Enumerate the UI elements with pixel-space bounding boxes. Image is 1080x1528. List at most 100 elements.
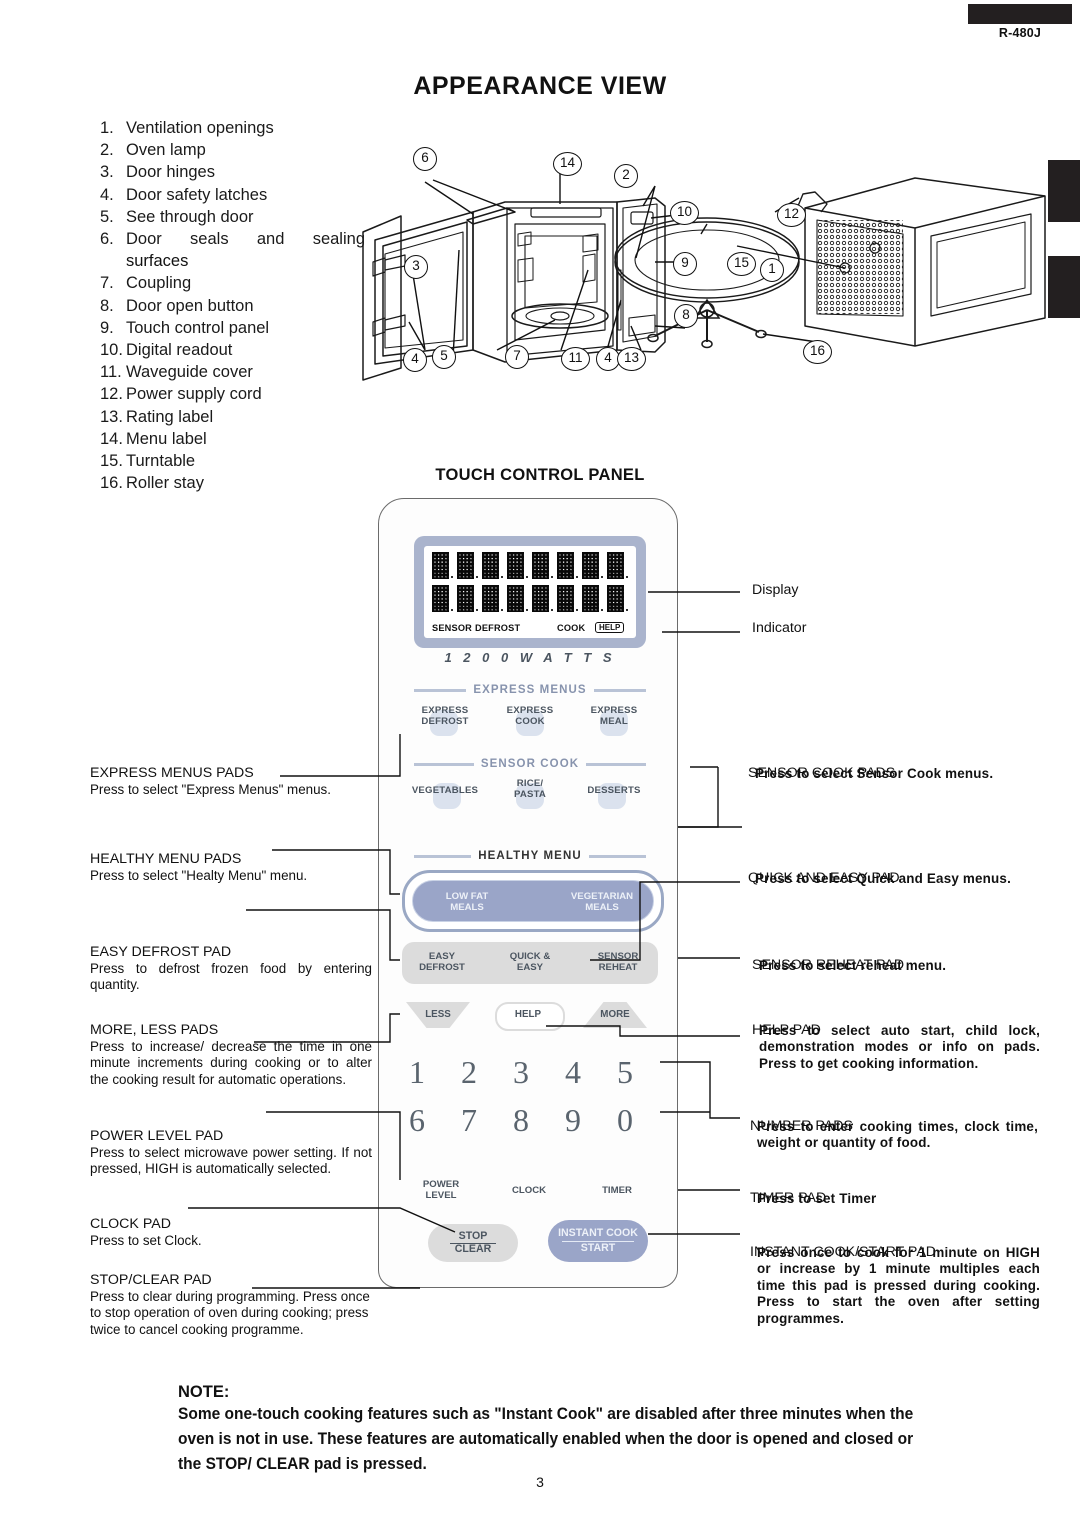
callout-9: 9 bbox=[673, 252, 697, 276]
callout-8: 8 bbox=[674, 304, 698, 328]
list-item: 5. See through door bbox=[100, 206, 365, 228]
list-item: 6. Door seals and sealing bbox=[100, 228, 365, 250]
list-item: 9. Touch control panel bbox=[100, 317, 365, 339]
callout-11: 11 bbox=[561, 347, 590, 371]
part-number: 4. bbox=[100, 185, 114, 204]
list-item: 15. Turntable bbox=[100, 450, 365, 472]
annotation-body: Press to increase/ decrease the time in … bbox=[90, 1039, 372, 1087]
annotation-body: Press to set Clock. bbox=[90, 1233, 202, 1248]
annotation-express-menus-pads: EXPRESS MENUS PADS Press to select "Expr… bbox=[90, 765, 372, 798]
part-label: Coupling bbox=[126, 274, 192, 293]
callout-14: 14 bbox=[553, 152, 582, 176]
note-heading: NOTE: bbox=[178, 1383, 230, 1401]
list-item: 14. Menu label bbox=[100, 428, 365, 450]
callout-2: 2 bbox=[614, 164, 638, 188]
annotation-heading: MORE, LESS PADS bbox=[90, 1022, 219, 1038]
list-item: 10. Digital readout bbox=[100, 339, 365, 361]
annotation-more-less-pads: MORE, LESS PADS Press to increase/ decre… bbox=[90, 1022, 372, 1088]
header-black-bar bbox=[968, 4, 1072, 24]
model-number: R-480J bbox=[998, 26, 1042, 40]
annotation-body: Press to select auto start, child lock, … bbox=[759, 1023, 1040, 1071]
part-number: 15. bbox=[100, 452, 123, 471]
list-item: 12. Power supply cord bbox=[100, 383, 365, 405]
annotation-clock-pad: CLOCK PAD Press to set Clock. bbox=[90, 1216, 372, 1249]
callout-13: 13 bbox=[617, 347, 646, 371]
part-label: Menu label bbox=[126, 429, 207, 448]
part-label: Door safety latches bbox=[126, 185, 268, 204]
note-block: NOTE: Some one-touch cooking features su… bbox=[178, 1382, 1040, 1477]
part-number: 8. bbox=[100, 296, 114, 315]
part-label: Ventilation openings bbox=[126, 119, 274, 137]
list-item: 7. Coupling bbox=[100, 272, 365, 294]
callout-4a: 4 bbox=[403, 348, 427, 372]
annotation-heading: CLOCK PAD bbox=[90, 1216, 171, 1232]
annotation-number-pads: NUMBER PADS Press to enter cooking times… bbox=[750, 1118, 1038, 1150]
part-number: 13. bbox=[100, 407, 123, 426]
annotation-body: Press once to cook for 1 minute on HIGH … bbox=[757, 1245, 1040, 1326]
annotation-easy-defrost-pad: EASY DEFROST PAD Press to defrost frozen… bbox=[90, 944, 372, 994]
annotation-heading: STOP/CLEAR PAD bbox=[90, 1272, 212, 1288]
page-number: 3 bbox=[536, 1474, 544, 1490]
annotation-body: Press to set Timer bbox=[757, 1191, 877, 1206]
annotation-heading: HEALTHY MENU PADS bbox=[90, 851, 242, 867]
annotation-power-level-pad: POWER LEVEL PAD Press to select microwav… bbox=[90, 1128, 372, 1178]
annotation-quick-and-easy-pad: QUICK AND EASY PAD Press to select Quick… bbox=[748, 870, 1036, 887]
part-label: See through door bbox=[126, 207, 254, 226]
annotation-sensor-reheat-pad: SENSOR REHEAT PAD Press to select reheat… bbox=[752, 957, 1040, 974]
annotation-healthy-menu-pads: HEALTHY MENU PADS Press to select "Healt… bbox=[90, 851, 372, 884]
annotation-body: Press to select Quick and Easy menus. bbox=[755, 871, 1011, 886]
callout-6: 6 bbox=[413, 147, 437, 171]
part-number: 11. bbox=[100, 363, 122, 382]
callout-16: 16 bbox=[803, 340, 832, 364]
annotation-indicator: Indicator bbox=[752, 620, 806, 637]
oven-appearance-diagram bbox=[362, 172, 1046, 381]
list-item: 4. Door safety latches bbox=[100, 184, 365, 206]
touch-control-panel-heading: TOUCH CONTROL PANEL bbox=[435, 466, 645, 484]
part-number: 5. bbox=[100, 207, 114, 226]
annotation-body: Press to defrost frozen food by entering… bbox=[90, 961, 372, 993]
part-label: Door hinges bbox=[126, 163, 215, 182]
callout-7: 7 bbox=[505, 345, 529, 369]
part-label: Oven lamp bbox=[126, 141, 206, 160]
annotation-body: Press to select reheat menu. bbox=[759, 958, 947, 973]
part-number: 3. bbox=[100, 163, 114, 182]
part-number: 12. bbox=[100, 385, 123, 404]
annotation-timer-pad: TIMER PAD Press to set Timer bbox=[750, 1190, 1038, 1207]
annotation-body: Press to select "Healty Menu" menu. bbox=[90, 868, 308, 883]
part-label: Door open button bbox=[126, 296, 254, 315]
annotation-body: Press to select "Express Menus" menus. bbox=[90, 782, 331, 797]
annotation-heading: EASY DEFROST PAD bbox=[90, 944, 232, 960]
annotation-heading: EXPRESS MENUS PADS bbox=[90, 765, 254, 781]
annotation-instant-cook-start-pad: INSTANT COOK/START PAD Press once to coo… bbox=[750, 1244, 1040, 1326]
annotation-sensor-cook-pads: SENSOR COOK PADS Press to select Sensor … bbox=[748, 765, 1038, 782]
list-item: 11. Waveguide cover bbox=[100, 361, 365, 383]
list-item: 2. Oven lamp bbox=[100, 139, 365, 161]
part-label: Rating label bbox=[126, 407, 214, 426]
page-title: APPEARANCE VIEW bbox=[413, 72, 667, 100]
callout-10: 10 bbox=[670, 201, 699, 225]
callout-5: 5 bbox=[432, 345, 456, 369]
annotation-body: Press to clear during programming. Press… bbox=[90, 1289, 370, 1337]
part-label: Waveguide cover bbox=[126, 363, 253, 382]
annotation-body: Press to select microwave power setting.… bbox=[90, 1145, 372, 1177]
annotation-leader-lines bbox=[188, 591, 742, 1289]
annotation-body: Press to enter cooking times, clock time… bbox=[757, 1119, 1038, 1151]
annotation-heading: POWER LEVEL PAD bbox=[90, 1128, 224, 1144]
part-label: Touch control panel bbox=[126, 318, 270, 337]
list-item: 1. Ventilation openings bbox=[100, 117, 365, 139]
annotation-stop-clear-pad: STOP/CLEAR PAD Press to clear during pro… bbox=[90, 1272, 372, 1338]
part-label-continued: surfaces bbox=[126, 252, 189, 271]
part-label: Door seals and sealing bbox=[126, 230, 365, 249]
callout-12: 12 bbox=[777, 203, 806, 227]
part-number: 10. bbox=[100, 341, 123, 360]
annotation-help-pad: HELP PAD Press to select auto start, chi… bbox=[752, 1022, 1040, 1071]
list-item: 13. Rating label bbox=[100, 406, 365, 428]
parts-list: 1. Ventilation openings 2. Oven lamp 3. Doo… bbox=[100, 117, 365, 494]
annotation-body: Press to select Sensor Cook menus. bbox=[755, 766, 994, 781]
part-label: Power supply cord bbox=[126, 385, 262, 404]
annotation-heading: Display bbox=[752, 582, 799, 598]
callout-15: 15 bbox=[727, 252, 756, 276]
part-number: 14. bbox=[100, 429, 123, 448]
part-number: 6. bbox=[100, 230, 114, 249]
note-line-2: oven is not in use. These features are a… bbox=[178, 1430, 914, 1448]
